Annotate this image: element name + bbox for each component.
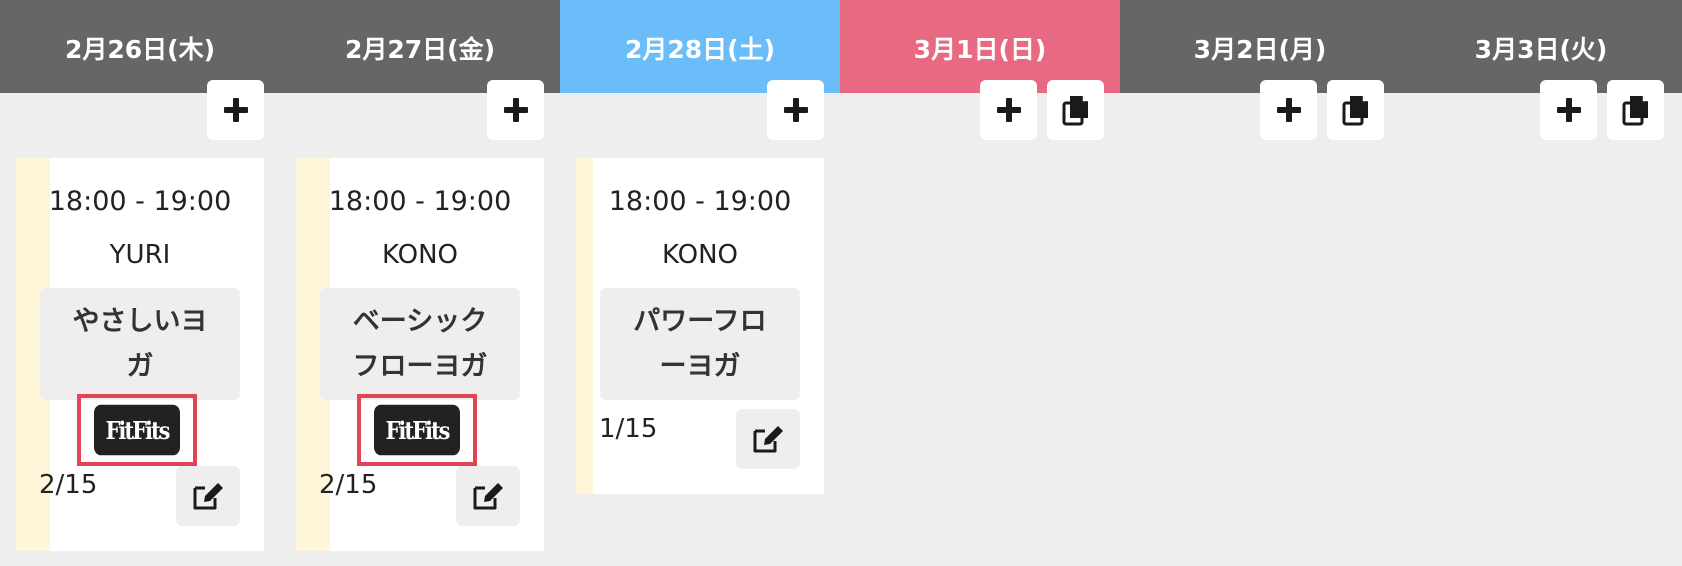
add-lesson-button-1[interactable]	[487, 80, 544, 140]
copy-icon	[1062, 96, 1088, 126]
lesson-title: ベーシック フローヨガ	[320, 288, 520, 400]
lesson-title-line: ーヨガ	[659, 351, 741, 382]
add-lesson-button-0[interactable]	[207, 80, 264, 140]
copy-icon	[1622, 96, 1648, 126]
lesson-card-0[interactable]: 18:00 - 19:00 YURI やさしいヨ ガ FitFits 2/15	[16, 158, 264, 551]
fitfits-logo-highlight: FitFits	[357, 394, 477, 466]
add-lesson-button-4[interactable]	[1260, 80, 1317, 140]
day-label: 3月3日(火)	[1474, 35, 1608, 64]
add-lesson-button-3[interactable]	[980, 80, 1037, 140]
weekly-schedule-board: 2月26日(木) 2月27日(金) 2月28日(土) 3月1日(日) 3月2日(…	[0, 0, 1682, 566]
edit-lesson-button[interactable]	[736, 409, 800, 469]
lesson-title-line: やさしいヨ	[72, 306, 208, 337]
plus-icon	[223, 98, 248, 122]
lesson-instructor: YURI	[109, 240, 171, 270]
day-label: 3月1日(日)	[913, 35, 1047, 64]
lesson-title-line: フローヨガ	[352, 351, 488, 382]
lesson-title: やさしいヨ ガ	[40, 288, 240, 400]
copy-icon	[1342, 96, 1368, 126]
add-lesson-button-5[interactable]	[1540, 80, 1597, 140]
lesson-instructor: KONO	[661, 240, 738, 270]
lesson-title-line: ベーシック	[352, 306, 488, 337]
lesson-title: パワーフロ ーヨガ	[600, 288, 800, 400]
edit-icon	[473, 483, 503, 510]
day-label: 2月27日(金)	[344, 35, 496, 64]
plus-icon	[503, 98, 528, 122]
lesson-card-1[interactable]: 18:00 - 19:00 KONO ベーシック フローヨガ FitFits 2…	[296, 158, 544, 551]
lesson-time: 18:00 - 19:00	[328, 186, 512, 217]
plus-icon	[1556, 98, 1581, 122]
plus-icon	[1276, 98, 1301, 122]
lesson-capacity: 2/15	[39, 470, 98, 500]
fitfits-logo: FitFits	[374, 404, 460, 456]
edit-lesson-button[interactable]	[456, 466, 520, 526]
lesson-title-line: パワーフロ	[633, 306, 767, 337]
lesson-time: 18:00 - 19:00	[48, 186, 232, 217]
day-label: 2月28日(土)	[624, 35, 776, 64]
plus-icon	[783, 98, 808, 122]
day-label: 3月2日(月)	[1193, 35, 1327, 64]
edit-lesson-button[interactable]	[176, 466, 240, 526]
lesson-card-2[interactable]: 18:00 - 19:00 KONO パワーフロ ーヨガ 1/15	[576, 158, 824, 494]
lesson-title-line: ガ	[126, 351, 154, 382]
lesson-capacity: 2/15	[319, 470, 378, 500]
lesson-instructor: KONO	[381, 240, 458, 270]
copy-day-button-4[interactable]	[1327, 80, 1384, 140]
edit-icon	[753, 426, 783, 453]
fitfits-logo-highlight: FitFits	[77, 394, 197, 466]
fitfits-logo: FitFits	[94, 404, 180, 456]
copy-day-button-3[interactable]	[1047, 80, 1104, 140]
day-label: 2月26日(木)	[64, 35, 216, 64]
plus-icon	[996, 98, 1021, 122]
edit-icon	[193, 483, 223, 510]
lesson-capacity: 1/15	[599, 414, 658, 444]
add-lesson-button-2[interactable]	[767, 80, 824, 140]
lesson-time: 18:00 - 19:00	[608, 186, 792, 217]
copy-day-button-5[interactable]	[1607, 80, 1664, 140]
